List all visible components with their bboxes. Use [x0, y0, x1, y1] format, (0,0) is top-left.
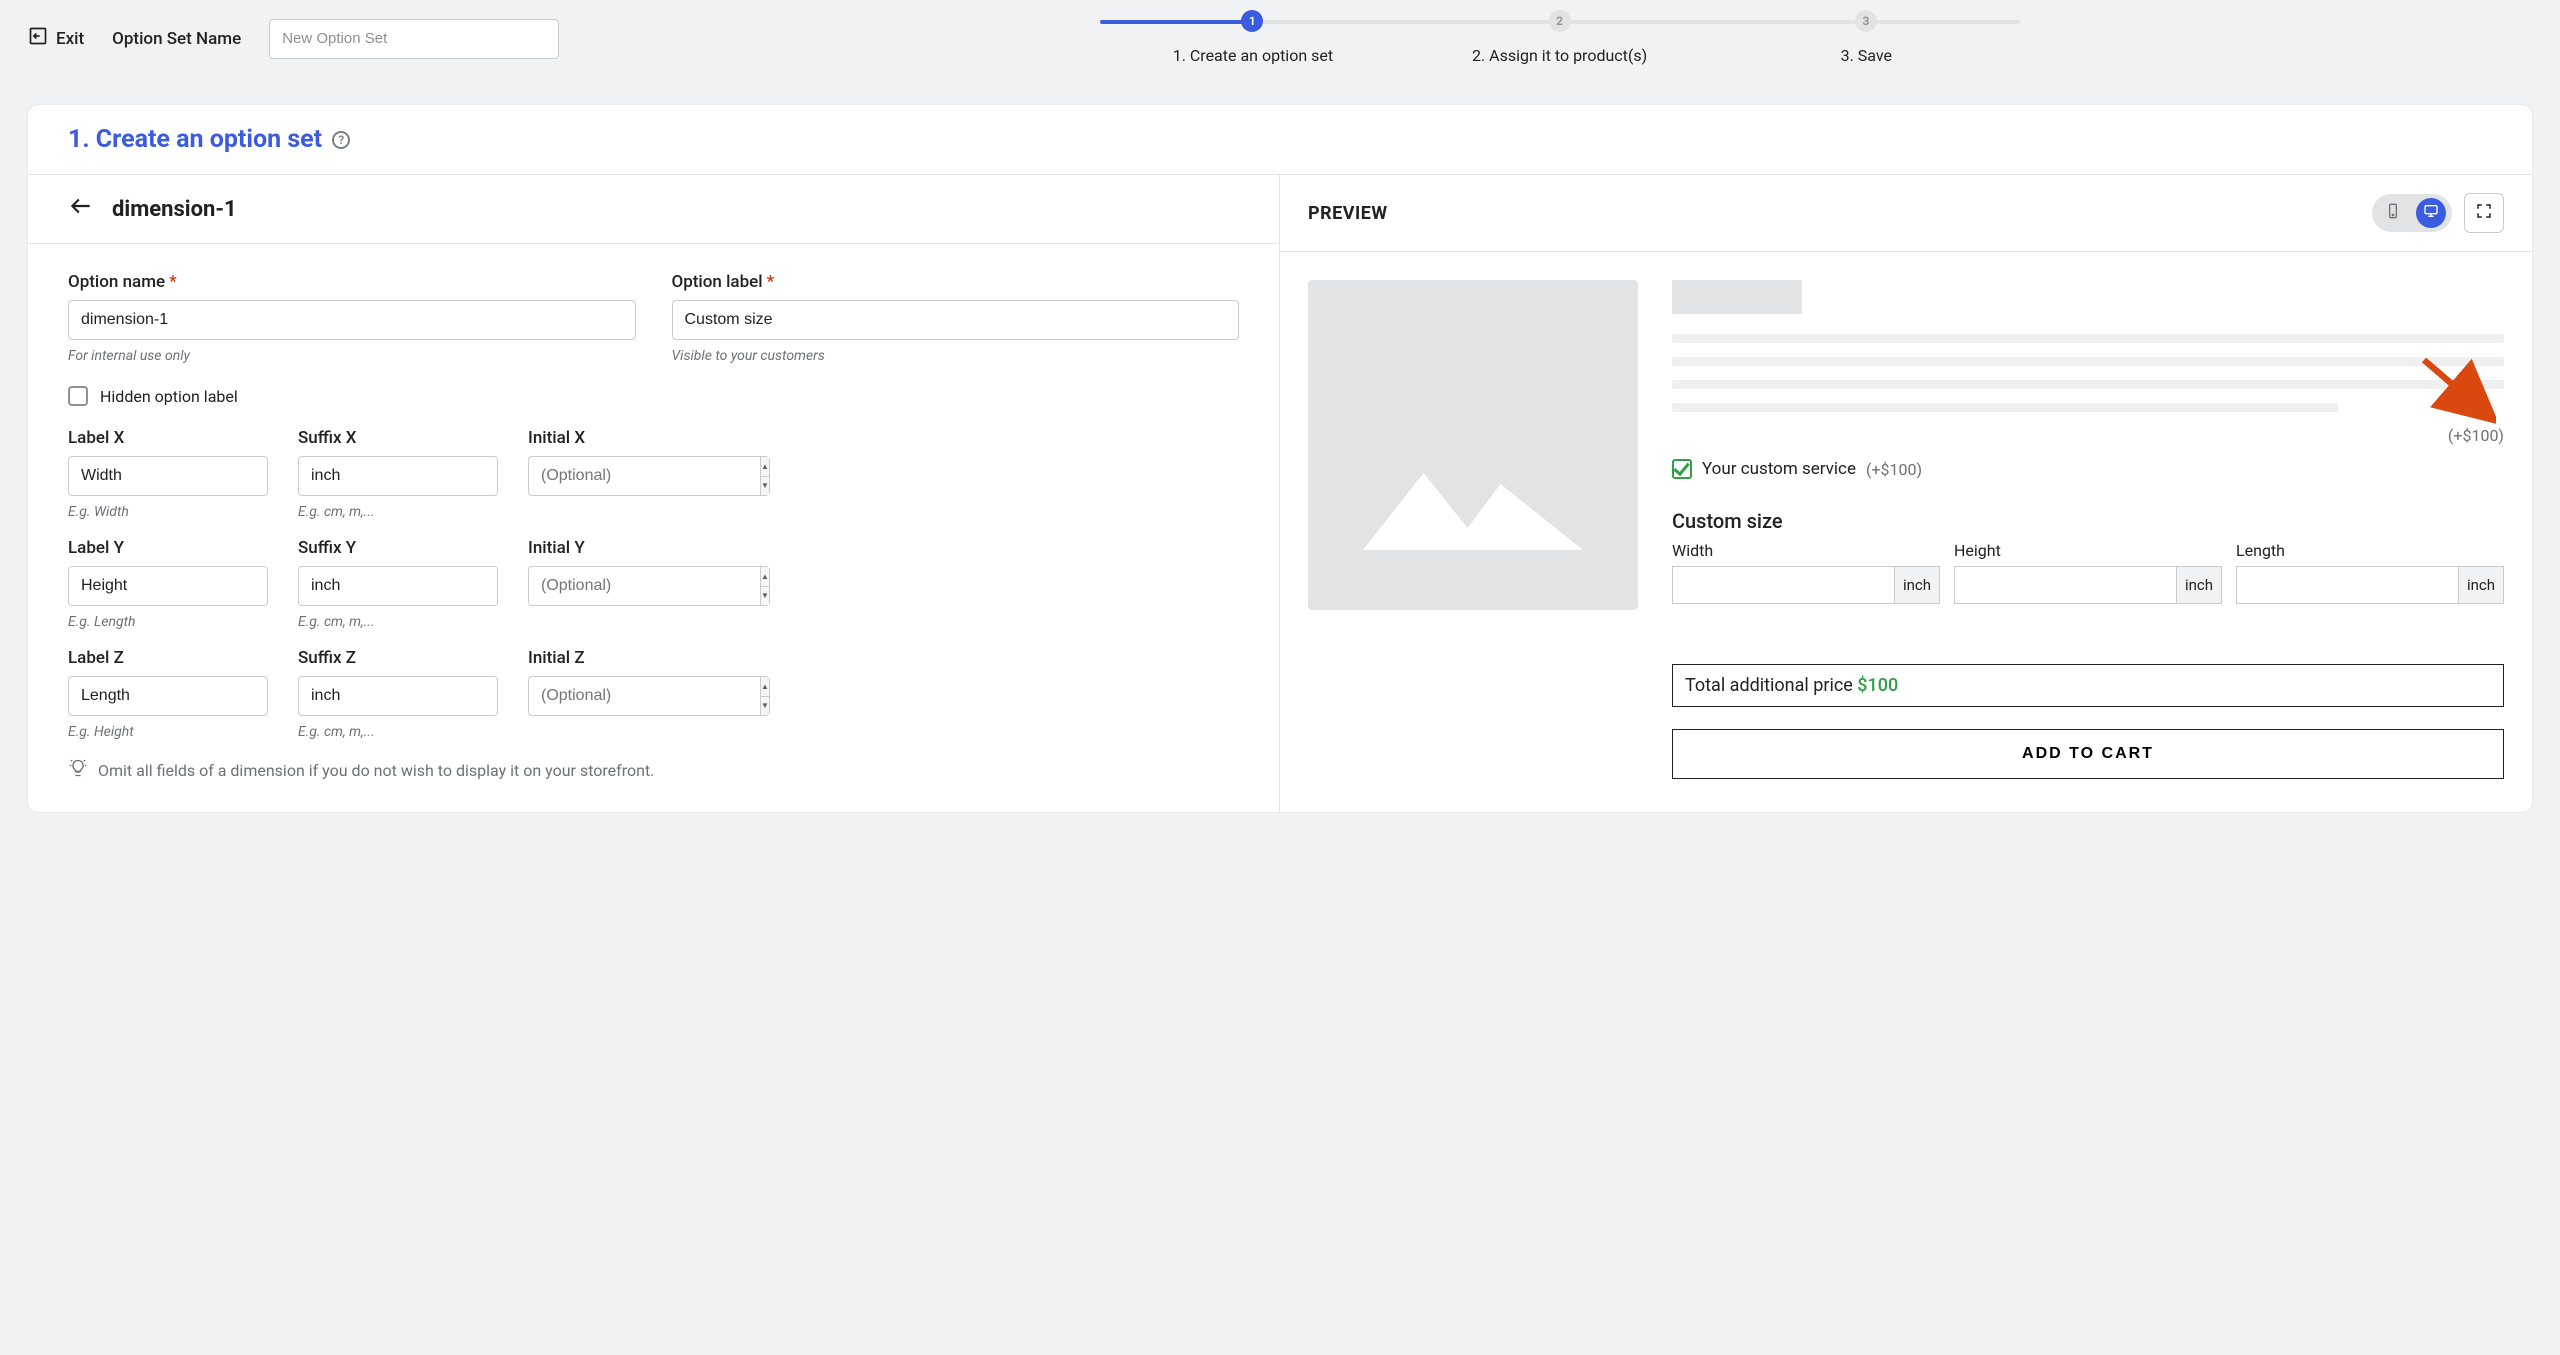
product-image-placeholder: [1308, 280, 1638, 610]
option-set-name-input[interactable]: [269, 19, 559, 59]
option-label-input[interactable]: [672, 300, 1240, 340]
page-title: 1. Create an option set: [68, 125, 322, 154]
desktop-icon: [2423, 203, 2439, 223]
option-set-name-label: Option Set Name: [112, 29, 241, 49]
preview-height-unit: inch: [2176, 567, 2221, 603]
suffix-y-hint: E.g. cm, m,...: [298, 614, 498, 630]
initial-z-label: Initial Z: [528, 648, 728, 668]
suffix-x-label: Suffix X: [298, 428, 498, 448]
mobile-icon: [2385, 203, 2401, 223]
initial-z-input[interactable]: [528, 676, 760, 716]
label-y-hint: E.g. Length: [68, 614, 268, 630]
initial-y-stepper: ▲ ▼: [760, 566, 770, 606]
option-name-hint: For internal use only: [68, 348, 636, 364]
label-z-hint: E.g. Height: [68, 724, 268, 740]
expand-icon: [2475, 202, 2493, 224]
exit-label: Exit: [56, 29, 84, 49]
label-z-label: Label Z: [68, 648, 268, 668]
initial-z-up[interactable]: ▲: [761, 677, 769, 697]
custom-service-label: Your custom service: [1702, 459, 1856, 479]
step-label-1: 1. Create an option set: [1100, 46, 1407, 65]
suffix-y-label: Suffix Y: [298, 538, 498, 558]
initial-y-up[interactable]: ▲: [761, 567, 769, 587]
preview-height-label: Height: [1954, 541, 2222, 560]
skeleton-line: [1672, 403, 2338, 412]
mobile-view-button[interactable]: [2378, 198, 2408, 228]
initial-y-input[interactable]: [528, 566, 760, 606]
preview-width-input[interactable]: [1673, 567, 1894, 603]
suffix-x-hint: E.g. cm, m,...: [298, 504, 498, 520]
initial-x-label: Initial X: [528, 428, 728, 448]
preview-width-label: Width: [1672, 541, 1940, 560]
initial-x-input[interactable]: [528, 456, 760, 496]
label-z-input[interactable]: [68, 676, 268, 716]
preview-length-unit: inch: [2458, 567, 2503, 603]
help-icon[interactable]: ?: [332, 131, 350, 149]
label-x-hint: E.g. Width: [68, 504, 268, 520]
option-label-hint: Visible to your customers: [672, 348, 1240, 364]
step-node-3[interactable]: 3: [1855, 10, 1877, 32]
desktop-view-button[interactable]: [2416, 198, 2446, 228]
initial-z-stepper: ▲ ▼: [760, 676, 770, 716]
product-title-skeleton: [1672, 280, 1802, 314]
initial-x-stepper: ▲ ▼: [760, 456, 770, 496]
hidden-option-text: Hidden option label: [100, 387, 238, 406]
image-icon: [1363, 440, 1583, 550]
arrow-left-icon: [68, 200, 94, 225]
preview-length-input[interactable]: [2237, 567, 2458, 603]
add-to-cart-button[interactable]: ADD TO CART: [1672, 729, 2504, 779]
preview-length-label: Length: [2236, 541, 2504, 560]
exit-button[interactable]: Exit: [28, 26, 84, 51]
label-y-label: Label Y: [68, 538, 268, 558]
suffix-z-label: Suffix Z: [298, 648, 498, 668]
custom-service-checkbox[interactable]: [1672, 459, 1692, 479]
price-delta: (+$100): [1672, 426, 2504, 445]
suffix-z-hint: E.g. cm, m,...: [298, 724, 498, 740]
skeleton-line: [1672, 357, 2504, 366]
step-label-3: 3. Save: [1713, 46, 2020, 65]
device-toggle: [2372, 194, 2452, 232]
initial-z-down[interactable]: ▼: [761, 697, 769, 716]
suffix-y-input[interactable]: [298, 566, 498, 606]
lightbulb-icon: [68, 758, 88, 782]
initial-y-label: Initial Y: [528, 538, 728, 558]
dimension-tip: Omit all fields of a dimension if you do…: [98, 761, 654, 780]
step-label-2: 2. Assign it to product(s): [1406, 46, 1713, 65]
option-heading: dimension-1: [112, 197, 237, 222]
skeleton-line: [1672, 380, 2504, 389]
stepper-track: 1 2 3: [1100, 14, 2020, 28]
label-y-input[interactable]: [68, 566, 268, 606]
initial-x-up[interactable]: ▲: [761, 457, 769, 477]
label-x-input[interactable]: [68, 456, 268, 496]
back-button[interactable]: [68, 193, 94, 225]
preview-title: PREVIEW: [1308, 203, 1388, 224]
step-node-1[interactable]: 1: [1241, 10, 1263, 32]
initial-y-down[interactable]: ▼: [761, 587, 769, 606]
total-additional-price: Total additional price $100: [1672, 664, 2504, 707]
preview-height-input[interactable]: [1955, 567, 2176, 603]
preview-width-unit: inch: [1894, 567, 1939, 603]
option-label-label: Option label*: [672, 272, 1240, 292]
expand-button[interactable]: [2464, 193, 2504, 233]
initial-x-down[interactable]: ▼: [761, 477, 769, 496]
suffix-x-input[interactable]: [298, 456, 498, 496]
step-node-2[interactable]: 2: [1549, 10, 1571, 32]
exit-icon: [28, 26, 48, 51]
suffix-z-input[interactable]: [298, 676, 498, 716]
custom-service-price: (+$100): [1866, 460, 1922, 479]
custom-size-title: Custom size: [1672, 509, 2504, 533]
hidden-option-checkbox[interactable]: [68, 386, 88, 406]
label-x-label: Label X: [68, 428, 268, 448]
option-name-input[interactable]: [68, 300, 636, 340]
skeleton-line: [1672, 334, 2504, 343]
option-name-label: Option name*: [68, 272, 636, 292]
